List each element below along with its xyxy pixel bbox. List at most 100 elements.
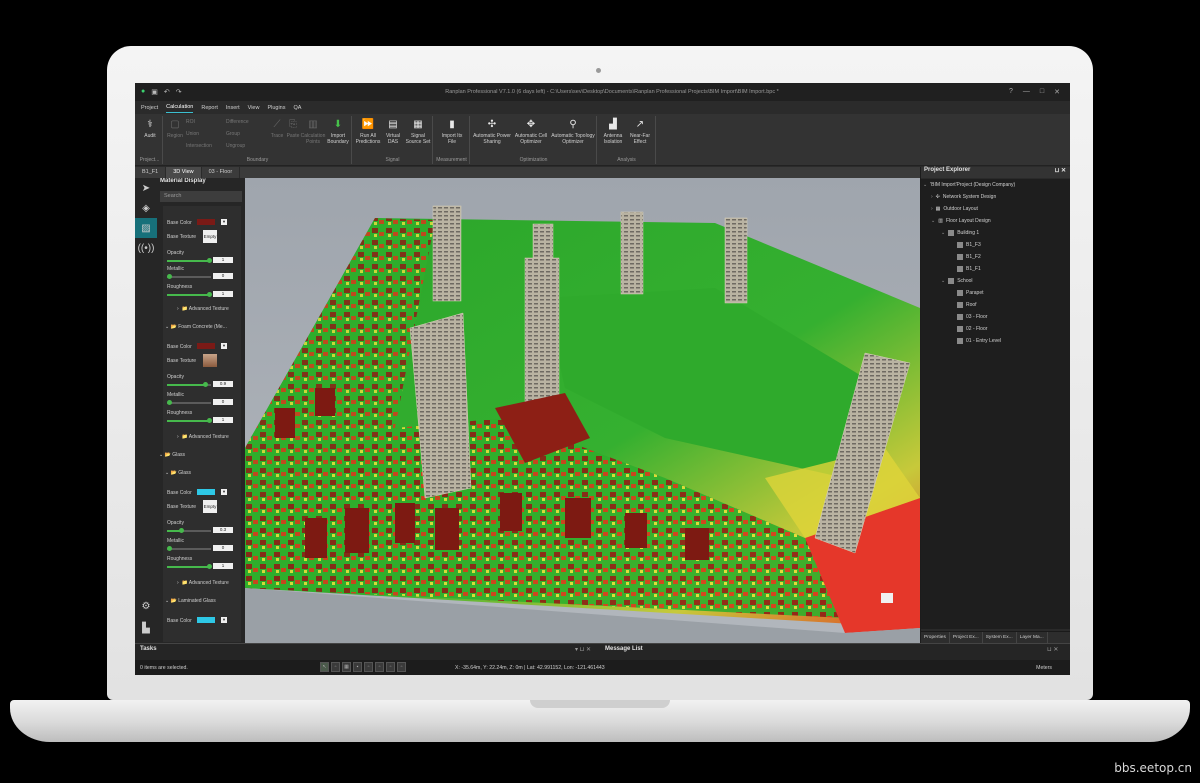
- tree-item-b1-f3[interactable]: B1_F3: [957, 242, 981, 248]
- metallic-slider[interactable]: [167, 546, 211, 551]
- tower-building[interactable]: [724, 217, 748, 304]
- color-picker-button[interactable]: ▾: [221, 489, 227, 495]
- view-icon[interactable]: ▫: [386, 662, 395, 672]
- color-picker-button[interactable]: ▾: [221, 617, 227, 623]
- metallic-value[interactable]: 0: [213, 273, 233, 279]
- tab-b1-f1[interactable]: B1_F1: [135, 167, 167, 178]
- panel-pin-icon[interactable]: ⊔ ✕: [1055, 167, 1066, 178]
- group-item[interactable]: Group: [226, 131, 240, 137]
- texture-thumbnail[interactable]: Empty: [203, 500, 217, 513]
- laminated-glass-folder[interactable]: ⌄ 📂 Laminated Glass: [165, 598, 216, 604]
- roughness-slider[interactable]: [167, 292, 212, 297]
- calc-points-button[interactable]: ▥ Calculation Points: [300, 118, 326, 146]
- tree-item-network-system[interactable]: › ✣ Network System Design: [931, 194, 996, 200]
- select-mode-icon[interactable]: ↖: [320, 662, 329, 672]
- tab-3d-view[interactable]: 3D View: [166, 167, 202, 178]
- message-list-title[interactable]: Message List: [605, 646, 643, 652]
- foam-concrete-folder[interactable]: ⌄ 📂 Foam Concrete (Me...: [165, 324, 227, 330]
- base-color-swatch[interactable]: [197, 489, 215, 495]
- tree-item-roof[interactable]: Roof: [957, 302, 977, 308]
- 3d-viewport[interactable]: [245, 178, 920, 643]
- tree-item-02-floor[interactable]: 02 - Floor: [957, 326, 987, 332]
- tree-item-school[interactable]: ⌄ School: [941, 278, 973, 284]
- import-itx-button[interactable]: ▮ Import Itx File: [438, 118, 466, 146]
- tree-item-b1-f2[interactable]: B1_F2: [957, 254, 981, 260]
- signal-tool[interactable]: ((•)): [135, 238, 157, 258]
- tower-building[interactable]: [620, 211, 644, 295]
- roughness-value[interactable]: 1: [213, 563, 233, 569]
- auto-power-sharing-button[interactable]: ✣ Automatic Power Sharing: [473, 118, 511, 146]
- tab-project-explorer[interactable]: Project Ex...: [950, 632, 983, 643]
- advanced-texture-toggle[interactable]: › 📁 Advanced Texture: [177, 580, 229, 586]
- measure-icon[interactable]: ▫: [364, 662, 373, 672]
- tasks-panel-title[interactable]: Tasks: [140, 646, 157, 652]
- roughness-value[interactable]: 1: [213, 291, 233, 297]
- settings-tool[interactable]: ⚙: [135, 596, 157, 616]
- tree-item-parapet[interactable]: Parapet: [957, 290, 984, 296]
- opacity-slider[interactable]: [167, 258, 212, 263]
- glass-group-folder[interactable]: ⌄ 📂 Glass: [159, 452, 185, 458]
- search-input[interactable]: Search: [160, 191, 242, 202]
- glass-folder[interactable]: ⌄ 📂 Glass: [165, 470, 191, 476]
- save-icon[interactable]: ▣: [151, 88, 158, 96]
- roi-item[interactable]: ROI: [186, 119, 195, 125]
- tab-system-explorer[interactable]: System Ex...: [983, 632, 1017, 643]
- tasks-panel-controls[interactable]: ▾ ⊔ ✕: [575, 646, 591, 653]
- roughness-slider[interactable]: [167, 564, 212, 569]
- pointer-tool[interactable]: ➤: [135, 178, 157, 198]
- advanced-texture-toggle[interactable]: › 📁 Advanced Texture: [177, 434, 229, 440]
- snap-icon[interactable]: ▫: [331, 662, 340, 672]
- tower-building[interactable]: [524, 257, 560, 404]
- signal-source-set-button[interactable]: ▦ Signal Source Set: [405, 118, 431, 146]
- layers-tool[interactable]: ◈: [135, 198, 157, 218]
- color-picker-button[interactable]: ▾: [221, 219, 227, 225]
- metallic-value[interactable]: 0: [213, 399, 233, 405]
- tab-03-floor[interactable]: 03 - Floor: [202, 167, 241, 178]
- opacity-slider[interactable]: [167, 382, 211, 387]
- virtual-das-button[interactable]: ▤ Virtual DAS: [382, 118, 404, 146]
- tree-item-outdoor-layout[interactable]: › ▦ Outdoor Layout: [931, 206, 978, 212]
- tree-item-building-1[interactable]: ⌄ Building 1: [941, 230, 979, 236]
- base-color-swatch[interactable]: [197, 617, 215, 623]
- undo-icon[interactable]: ↶: [164, 88, 170, 96]
- menu-insert[interactable]: Insert: [226, 103, 240, 113]
- metallic-slider[interactable]: [167, 400, 211, 405]
- intersection-item[interactable]: Intersection: [186, 143, 212, 149]
- help-icon[interactable]: ?: [1009, 88, 1013, 96]
- color-picker-button[interactable]: ▾: [221, 343, 227, 349]
- run-all-predictions-button[interactable]: ⏩ Run All Predictions: [355, 118, 381, 146]
- close-button[interactable]: ✕: [1054, 88, 1060, 96]
- menu-project[interactable]: Project: [141, 103, 158, 113]
- ortho-icon[interactable]: ▪: [353, 662, 362, 672]
- menu-plugins[interactable]: Plugins: [267, 103, 285, 113]
- opacity-slider[interactable]: [167, 528, 211, 533]
- menu-calculation[interactable]: Calculation: [166, 102, 194, 113]
- tab-layer-manager[interactable]: Layer Ma...: [1017, 632, 1048, 643]
- opacity-value[interactable]: 0.3: [213, 527, 233, 533]
- tree-item-floor-layout[interactable]: ⌄ ▥ Floor Layout Design: [931, 218, 991, 224]
- tree-item-b1-f1[interactable]: B1_F1: [957, 266, 981, 272]
- difference-item[interactable]: Difference: [226, 119, 249, 125]
- tree-item-03-floor[interactable]: 03 - Floor: [957, 314, 987, 320]
- material-display-tool[interactable]: ▨: [135, 218, 157, 238]
- menu-view[interactable]: View: [248, 103, 260, 113]
- ungroup-item[interactable]: Ungroup: [226, 143, 245, 149]
- zoom-icon[interactable]: ▫: [375, 662, 384, 672]
- base-color-swatch[interactable]: [197, 219, 215, 225]
- redo-icon[interactable]: ↷: [176, 88, 182, 96]
- layer-icon[interactable]: ▫: [397, 662, 406, 672]
- auto-cell-optimizer-button[interactable]: ✥ Automatic Cell Optimizer: [513, 118, 549, 146]
- texture-thumbnail[interactable]: Empty: [203, 230, 217, 243]
- roughness-value[interactable]: 1: [213, 417, 233, 423]
- tree-item-project[interactable]: ⌄ 'BIM Import'Project (Design Company): [923, 182, 1015, 188]
- document-tool[interactable]: ▙: [135, 618, 157, 638]
- tree-item-01-entry-level[interactable]: 01 - Entry Level: [957, 338, 1001, 344]
- near-far-effect-button[interactable]: ↗ Near-Far Effect: [627, 118, 653, 146]
- metallic-slider[interactable]: [167, 274, 211, 279]
- antenna-isolation-button[interactable]: ▟ Antenna Isolation: [600, 118, 626, 146]
- region-button[interactable]: ▢ Region: [166, 118, 184, 140]
- union-item[interactable]: Union: [186, 131, 199, 137]
- opacity-value[interactable]: 1: [213, 257, 233, 263]
- menu-report[interactable]: Report: [201, 103, 218, 113]
- auto-topology-optimizer-button[interactable]: ⚲ Automatic Topology Optimizer: [551, 118, 595, 146]
